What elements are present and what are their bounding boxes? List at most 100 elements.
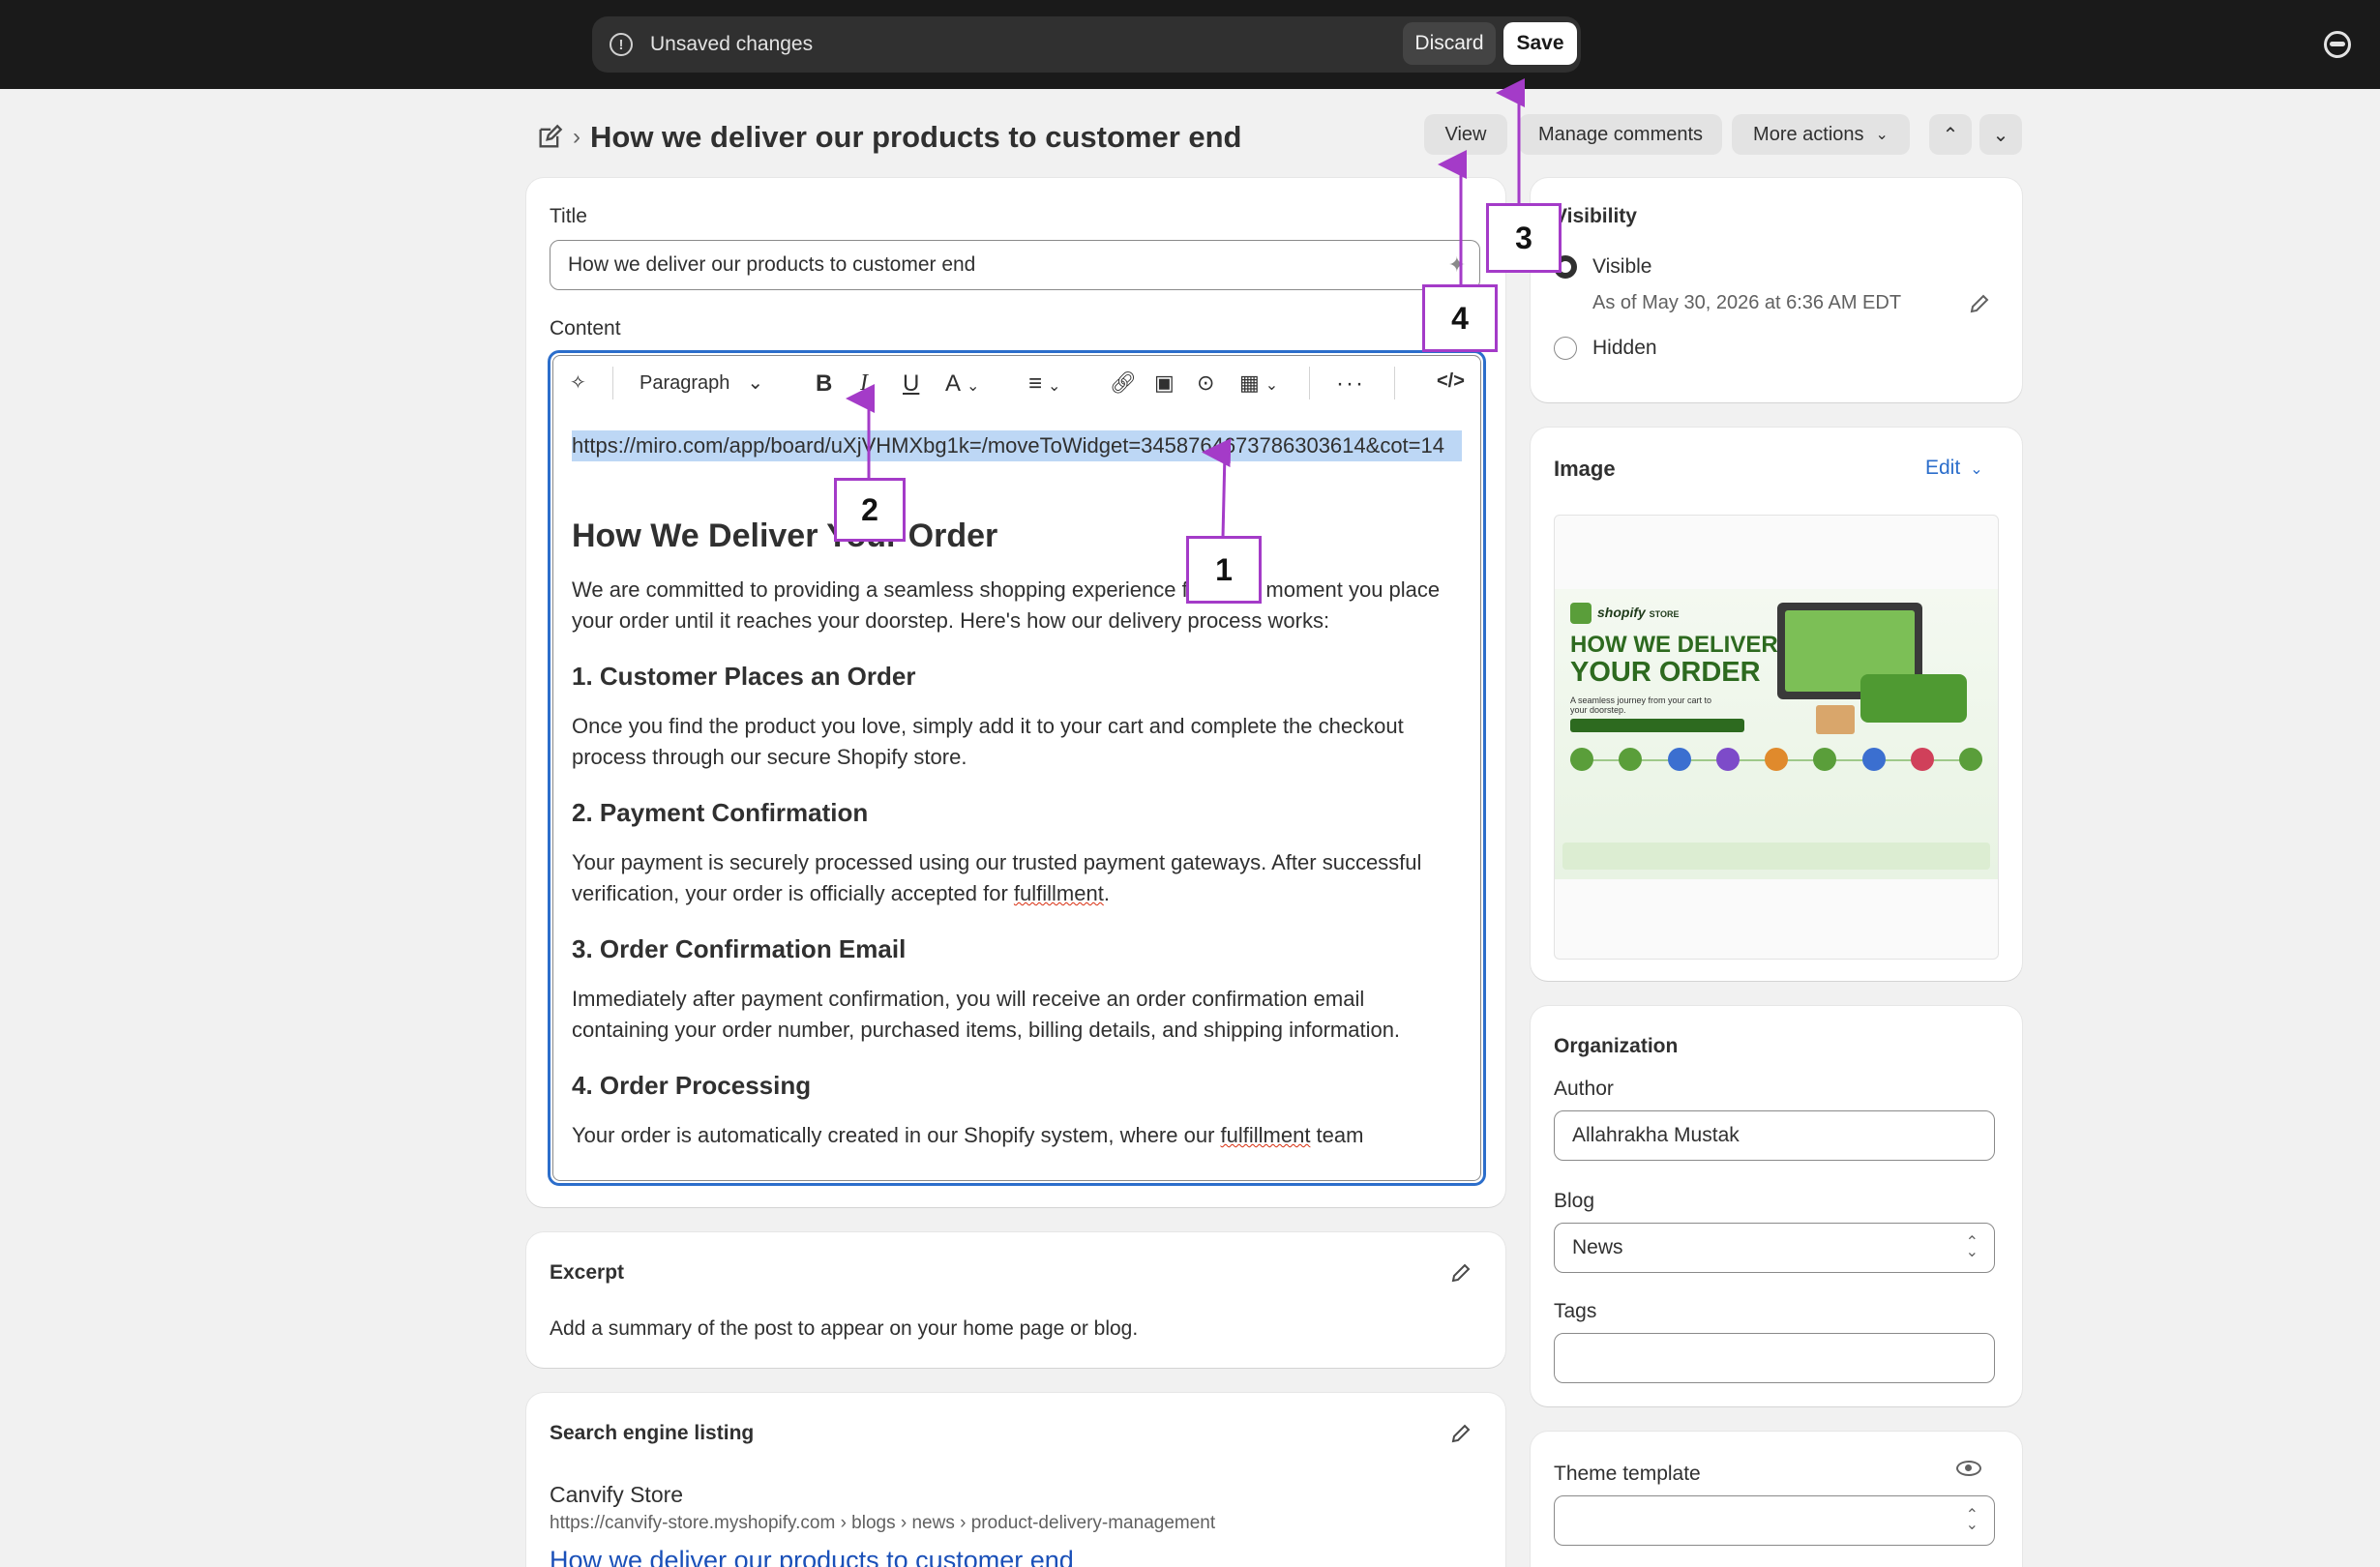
eye-icon[interactable] bbox=[1956, 1461, 1981, 1476]
seo-link[interactable]: How we deliver our products to customer … bbox=[550, 1546, 1074, 1567]
bold-icon[interactable]: B bbox=[816, 370, 832, 398]
visibility-title: Visibility bbox=[1554, 205, 1637, 227]
section-4-text-c: team bbox=[1310, 1123, 1364, 1147]
annotation-label-1: 1 bbox=[1186, 536, 1262, 604]
paragraph-format-select[interactable]: Paragraph ⌄ bbox=[640, 370, 763, 395]
paragraph-format-label: Paragraph bbox=[640, 372, 730, 394]
table-icon[interactable]: ▦ ⌄ bbox=[1239, 370, 1278, 396]
image-card: Image Edit ⌄ shopify STORE HOW WE DELIVER… bbox=[1531, 428, 2022, 981]
step-dot bbox=[1959, 748, 1982, 771]
content-label: Content bbox=[550, 317, 621, 340]
step-dot bbox=[1861, 748, 1886, 771]
manage-comments-button[interactable]: Manage comments bbox=[1519, 114, 1722, 155]
thumb-heading-1: HOW WE DELIVER bbox=[1570, 632, 1778, 658]
blog-select[interactable]: News ⌃ ⌄ bbox=[1554, 1223, 1995, 1273]
align-icon[interactable]: ≡ ⌄ bbox=[1028, 370, 1060, 398]
code-view-icon[interactable]: </> bbox=[1437, 370, 1465, 393]
excerpt-text: Add a summary of the post to appear on y… bbox=[550, 1317, 1139, 1340]
selected-url-text[interactable]: https://miro.com/app/board/uXjVHMXbg1k=/… bbox=[572, 430, 1462, 461]
rich-text-editor[interactable]: ✧ Paragraph ⌄ B I U A ⌄ ≡ ⌄ 🔗︎ ▣ ⊙ ▦ ⌄ ··· <… bbox=[548, 350, 1486, 1186]
section-1-text: Once you find the product you love, simp… bbox=[572, 714, 1404, 769]
info-icon: ! bbox=[610, 33, 633, 56]
thumb-brand: shopify STORE bbox=[1597, 605, 1680, 620]
section-2-title: 2. Payment Confirmation bbox=[572, 798, 869, 827]
annotation-label-2: 2 bbox=[834, 478, 906, 542]
title-label: Title bbox=[550, 205, 587, 227]
section-1-title: 1. Customer Places an Order bbox=[572, 662, 916, 691]
underline-icon[interactable]: U bbox=[903, 370, 919, 398]
seo-store-name: Canvify Store bbox=[550, 1482, 684, 1507]
visible-label: Visible bbox=[1592, 255, 1652, 278]
pencil-icon[interactable] bbox=[1968, 292, 1991, 320]
video-icon[interactable]: ⊙ bbox=[1197, 370, 1214, 396]
pencil-icon[interactable] bbox=[1449, 1261, 1473, 1289]
thumb-sub: A seamless journey from your cart to you… bbox=[1570, 695, 1712, 715]
breadcrumb-chevron-icon: › bbox=[573, 124, 580, 150]
image-preview[interactable]: shopify STORE HOW WE DELIVER YOUR ORDER … bbox=[1554, 515, 1999, 960]
view-button[interactable]: View bbox=[1424, 114, 1507, 155]
theme-template-select[interactable]: ⌃ ⌄ bbox=[1554, 1495, 1995, 1546]
section-3-title: 3. Order Confirmation Email bbox=[572, 934, 907, 963]
user-avatar-icon[interactable] bbox=[2324, 31, 2351, 58]
seo-url: https://canvify-store.myshopify.com › bl… bbox=[550, 1513, 1216, 1533]
image-edit-button[interactable]: Edit ⌄ bbox=[1925, 457, 1983, 480]
save-button[interactable]: Save bbox=[1503, 22, 1577, 65]
more-actions-button[interactable]: More actions ⌄ bbox=[1732, 114, 1910, 155]
page-title: How we deliver our products to customer … bbox=[590, 120, 1242, 154]
next-post-button[interactable]: ⌄ bbox=[1979, 114, 2022, 155]
ai-sparkle-icon[interactable]: ✧ bbox=[570, 370, 586, 395]
section-3-text: Immediately after payment confirmation, … bbox=[572, 987, 1401, 1042]
hidden-radio[interactable] bbox=[1554, 337, 1577, 360]
step-dot bbox=[1570, 748, 1593, 771]
editor-content[interactable]: https://miro.com/app/board/uXjVHMXbg1k=/… bbox=[572, 430, 1462, 1151]
theme-template-card: Theme template ⌃ ⌄ bbox=[1531, 1432, 2022, 1567]
blog-label: Blog bbox=[1554, 1190, 1595, 1212]
thumb-badge-bar bbox=[1570, 719, 1744, 732]
discard-button[interactable]: Discard bbox=[1403, 22, 1496, 65]
link-icon[interactable]: 🔗︎ bbox=[1110, 370, 1137, 396]
shopify-bag-icon bbox=[1570, 603, 1592, 624]
tags-input[interactable] bbox=[1554, 1333, 1995, 1383]
chevron-down-icon: ⌄ bbox=[747, 372, 764, 394]
chevron-down-icon: ⌄ bbox=[1970, 461, 1983, 478]
thumb-brand-sub: STORE bbox=[1649, 609, 1680, 619]
step-dot bbox=[1765, 748, 1788, 771]
toolbar-divider bbox=[1309, 367, 1310, 399]
excerpt-title: Excerpt bbox=[550, 1261, 625, 1284]
editor-toolbar: ✧ Paragraph ⌄ B I U A ⌄ ≡ ⌄ 🔗︎ ▣ ⊙ ▦ ⌄ ··· <… bbox=[550, 353, 1483, 415]
previous-post-button[interactable]: ⌃ bbox=[1929, 114, 1972, 155]
chevron-down-icon: ⌄ bbox=[1992, 124, 2009, 146]
section-2-text-c: . bbox=[1103, 881, 1110, 905]
blog-value: News bbox=[1572, 1236, 1623, 1258]
text-color-icon[interactable]: A ⌄ bbox=[945, 370, 979, 398]
spelling-flag: fulfillment bbox=[1013, 881, 1104, 905]
seo-title: Search engine listing bbox=[550, 1422, 755, 1444]
hidden-label: Hidden bbox=[1592, 337, 1657, 359]
section-4-text: Your order is automatically created in o… bbox=[572, 1120, 1462, 1151]
image-icon[interactable]: ▣ bbox=[1154, 370, 1175, 396]
content-heading: How We Deliver Your Order bbox=[572, 517, 998, 554]
unsaved-changes-bar: ! Unsaved changes Discard Save bbox=[592, 16, 1581, 73]
thumb-heading-2: YOUR ORDER bbox=[1570, 657, 1761, 688]
toolbar-divider bbox=[612, 367, 613, 399]
title-input[interactable]: How we deliver our products to customer … bbox=[550, 240, 1480, 290]
annotation-label-4: 4 bbox=[1422, 284, 1498, 352]
author-input[interactable]: Allahrakha Mustak bbox=[1554, 1110, 1995, 1161]
pencil-icon[interactable] bbox=[1449, 1422, 1473, 1450]
truck-shape bbox=[1860, 674, 1967, 723]
unsaved-changes-text: Unsaved changes bbox=[650, 33, 814, 55]
step-dot bbox=[1619, 748, 1643, 771]
select-arrows-icon: ⌃ ⌄ bbox=[1965, 1507, 1978, 1533]
top-bar: ! Unsaved changes Discard Save bbox=[0, 0, 2380, 89]
select-arrows-icon: ⌃ ⌄ bbox=[1965, 1234, 1978, 1260]
box-shape bbox=[1816, 705, 1855, 734]
organization-title: Organization bbox=[1554, 1035, 1679, 1057]
sparkle-icon[interactable]: ✦ bbox=[1448, 252, 1466, 278]
title-input-value: How we deliver our products to customer … bbox=[568, 253, 976, 276]
thumb-footer-bar bbox=[1562, 843, 1990, 870]
more-options-icon[interactable]: ··· bbox=[1336, 370, 1365, 398]
visible-date: As of May 30, 2026 at 6:36 AM EDT bbox=[1592, 292, 1902, 313]
annotation-label-3: 3 bbox=[1486, 203, 1562, 273]
theme-template-title: Theme template bbox=[1554, 1463, 1701, 1485]
italic-icon[interactable]: I bbox=[860, 370, 868, 397]
